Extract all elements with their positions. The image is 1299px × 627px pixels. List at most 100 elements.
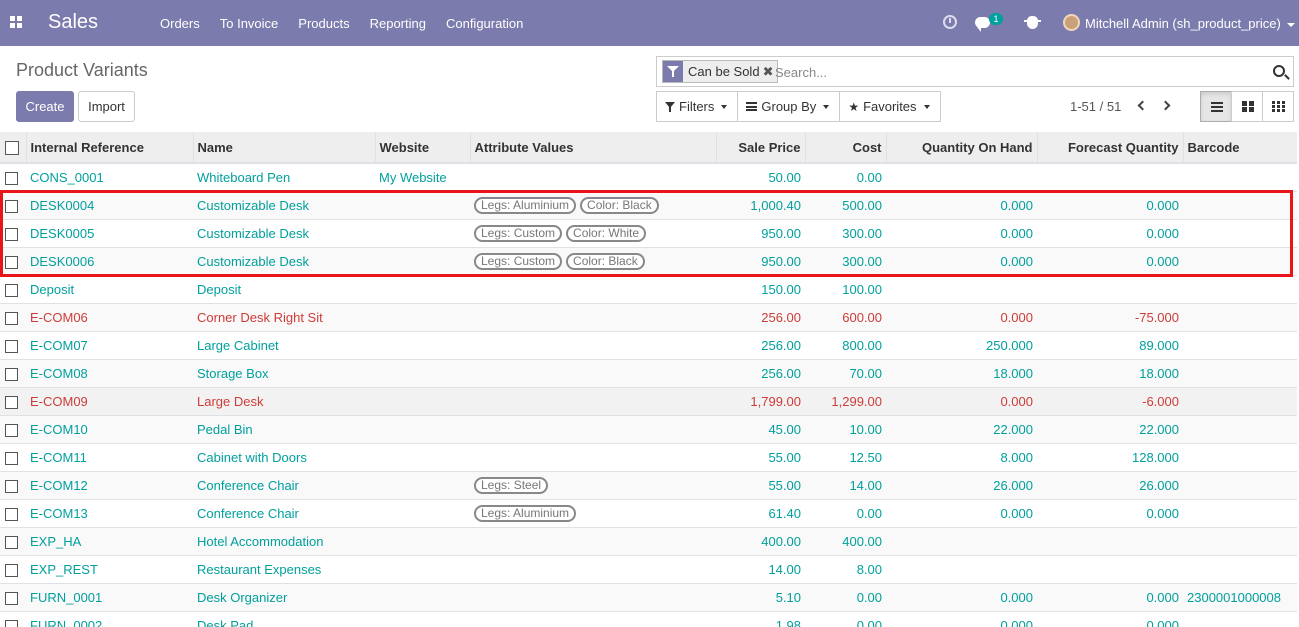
cell-forecast-quantity[interactable]: 0.000 bbox=[1037, 498, 1183, 527]
cell-internal-reference[interactable]: CONS_0001 bbox=[26, 162, 193, 191]
cell-attribute-values[interactable] bbox=[470, 554, 716, 583]
pager-value[interactable]: 1-51 / 51 bbox=[1070, 99, 1121, 114]
cell-website[interactable] bbox=[375, 498, 470, 527]
cell-barcode[interactable] bbox=[1183, 414, 1297, 443]
select-all-checkbox[interactable] bbox=[5, 140, 19, 155]
cell-forecast-quantity[interactable]: 0.000 bbox=[1037, 610, 1183, 627]
row-checkbox[interactable] bbox=[5, 507, 18, 521]
import-button[interactable]: Import bbox=[78, 91, 135, 122]
cell-barcode[interactable]: 2300001000008 bbox=[1183, 582, 1297, 611]
row-checkbox[interactable] bbox=[5, 227, 18, 241]
search-input[interactable] bbox=[775, 61, 1255, 83]
cell-name[interactable]: Customizable Desk bbox=[193, 218, 375, 247]
row-checkbox[interactable] bbox=[5, 171, 18, 185]
cell-quantity-on-hand[interactable] bbox=[886, 554, 1037, 583]
cell-name[interactable]: Desk Pad bbox=[193, 610, 375, 627]
kanban-view-button[interactable] bbox=[1231, 91, 1263, 122]
cell-barcode[interactable] bbox=[1183, 358, 1297, 387]
cell-website[interactable] bbox=[375, 582, 470, 611]
cell-website[interactable] bbox=[375, 554, 470, 583]
row-checkbox[interactable] bbox=[5, 311, 18, 325]
cell-name[interactable]: Customizable Desk bbox=[193, 246, 375, 275]
cell-cost[interactable]: 0.00 bbox=[805, 582, 886, 611]
table-row[interactable]: E-COM08 Storage Box 256.00 70.00 18.000 18.00… bbox=[0, 358, 1297, 387]
menu-products[interactable]: Products bbox=[298, 16, 349, 31]
table-row[interactable]: DESK0005 Customizable Desk Legs: Custom Col… bbox=[0, 218, 1297, 247]
cell-sale-price[interactable]: 1,000.40 bbox=[716, 190, 805, 219]
cell-sale-price[interactable]: 1,799.00 bbox=[716, 386, 805, 415]
cell-quantity-on-hand[interactable]: 0.000 bbox=[886, 190, 1037, 219]
cell-cost[interactable]: 1,299.00 bbox=[805, 386, 886, 415]
cell-barcode[interactable] bbox=[1183, 386, 1297, 415]
cell-sale-price[interactable]: 61.40 bbox=[716, 498, 805, 527]
col-forecast-quantity[interactable]: Forecast Quantity bbox=[1036, 132, 1183, 164]
table-row[interactable]: E-COM12 Conference Chair Legs: Steel 55.00 1… bbox=[0, 470, 1297, 499]
cell-internal-reference[interactable]: E-COM13 bbox=[26, 498, 193, 527]
row-checkbox[interactable] bbox=[5, 283, 18, 297]
cell-sale-price[interactable]: 1.98 bbox=[716, 610, 805, 627]
row-checkbox[interactable] bbox=[5, 255, 18, 269]
cell-internal-reference[interactable]: DESK0004 bbox=[26, 190, 193, 219]
cell-website[interactable] bbox=[375, 246, 470, 275]
cell-sale-price[interactable]: 5.10 bbox=[716, 582, 805, 611]
cell-attribute-values[interactable] bbox=[470, 582, 716, 611]
cell-sale-price[interactable]: 256.00 bbox=[716, 330, 805, 359]
cell-attribute-values[interactable] bbox=[470, 330, 716, 359]
cell-name[interactable]: Cabinet with Doors bbox=[193, 442, 375, 471]
col-sale-price[interactable]: Sale Price bbox=[715, 132, 805, 164]
col-cost[interactable]: Cost bbox=[804, 132, 886, 164]
cell-quantity-on-hand[interactable]: 0.000 bbox=[886, 386, 1037, 415]
table-row[interactable]: CONS_0001 Whiteboard Pen My Website 50.00 0.… bbox=[0, 162, 1297, 191]
cell-cost[interactable]: 0.00 bbox=[805, 498, 886, 527]
cell-attribute-values[interactable] bbox=[470, 610, 716, 627]
cell-quantity-on-hand[interactable] bbox=[886, 526, 1037, 555]
cell-sale-price[interactable]: 950.00 bbox=[716, 218, 805, 247]
cell-forecast-quantity[interactable]: 18.000 bbox=[1037, 358, 1183, 387]
cell-cost[interactable]: 8.00 bbox=[805, 554, 886, 583]
table-row[interactable]: E-COM11 Cabinet with Doors 55.00 12.50 8.000… bbox=[0, 442, 1297, 471]
cell-website[interactable] bbox=[375, 302, 470, 331]
cell-barcode[interactable] bbox=[1183, 302, 1297, 331]
cell-quantity-on-hand[interactable]: 0.000 bbox=[886, 582, 1037, 611]
col-attribute-values[interactable]: Attribute Values bbox=[469, 132, 716, 164]
col-website[interactable]: Website bbox=[374, 132, 470, 164]
cell-barcode[interactable] bbox=[1183, 470, 1297, 499]
cell-forecast-quantity[interactable] bbox=[1037, 162, 1183, 191]
user-avatar[interactable] bbox=[1063, 14, 1080, 31]
cell-cost[interactable]: 800.00 bbox=[805, 330, 886, 359]
debug-bug-icon[interactable] bbox=[1024, 16, 1041, 29]
cell-internal-reference[interactable]: E-COM09 bbox=[26, 386, 193, 415]
cell-internal-reference[interactable]: FURN_0001 bbox=[26, 582, 193, 611]
cell-cost[interactable]: 0.00 bbox=[805, 610, 886, 627]
cell-forecast-quantity[interactable]: 0.000 bbox=[1037, 218, 1183, 247]
table-row[interactable]: E-COM07 Large Cabinet 256.00 800.00 250.000 8… bbox=[0, 330, 1297, 359]
cell-website[interactable] bbox=[375, 386, 470, 415]
cell-quantity-on-hand[interactable]: 0.000 bbox=[886, 498, 1037, 527]
apps-menu-icon[interactable] bbox=[10, 16, 23, 29]
table-row[interactable]: DESK0006 Customizable Desk Legs: Custom Col… bbox=[0, 246, 1297, 275]
cell-sale-price[interactable]: 150.00 bbox=[716, 274, 805, 303]
col-name[interactable]: Name bbox=[192, 132, 375, 164]
cell-sale-price[interactable]: 50.00 bbox=[716, 162, 805, 191]
cell-forecast-quantity[interactable] bbox=[1037, 526, 1183, 555]
cell-sale-price[interactable]: 14.00 bbox=[716, 554, 805, 583]
cell-internal-reference[interactable]: E-COM06 bbox=[26, 302, 193, 331]
row-checkbox[interactable] bbox=[5, 423, 18, 437]
cell-cost[interactable]: 500.00 bbox=[805, 190, 886, 219]
cell-sale-price[interactable]: 950.00 bbox=[716, 246, 805, 275]
messaging-icon[interactable] bbox=[975, 17, 990, 32]
cell-forecast-quantity[interactable]: 0.000 bbox=[1037, 246, 1183, 275]
search-icon[interactable] bbox=[1273, 65, 1285, 77]
cell-name[interactable]: Restaurant Expenses bbox=[193, 554, 375, 583]
table-row[interactable]: E-COM13 Conference Chair Legs: Aluminium 61… bbox=[0, 498, 1297, 527]
pivot-view-button[interactable] bbox=[1262, 91, 1294, 122]
activity-clock-icon[interactable] bbox=[943, 15, 957, 29]
cell-internal-reference[interactable]: E-COM10 bbox=[26, 414, 193, 443]
cell-website[interactable] bbox=[375, 190, 470, 219]
cell-attribute-values[interactable]: Legs: Custom Color: Black bbox=[470, 246, 716, 275]
cell-sale-price[interactable]: 55.00 bbox=[716, 442, 805, 471]
cell-website[interactable] bbox=[375, 414, 470, 443]
cell-barcode[interactable] bbox=[1183, 442, 1297, 471]
row-checkbox[interactable] bbox=[5, 451, 18, 465]
cell-attribute-values[interactable] bbox=[470, 442, 716, 471]
